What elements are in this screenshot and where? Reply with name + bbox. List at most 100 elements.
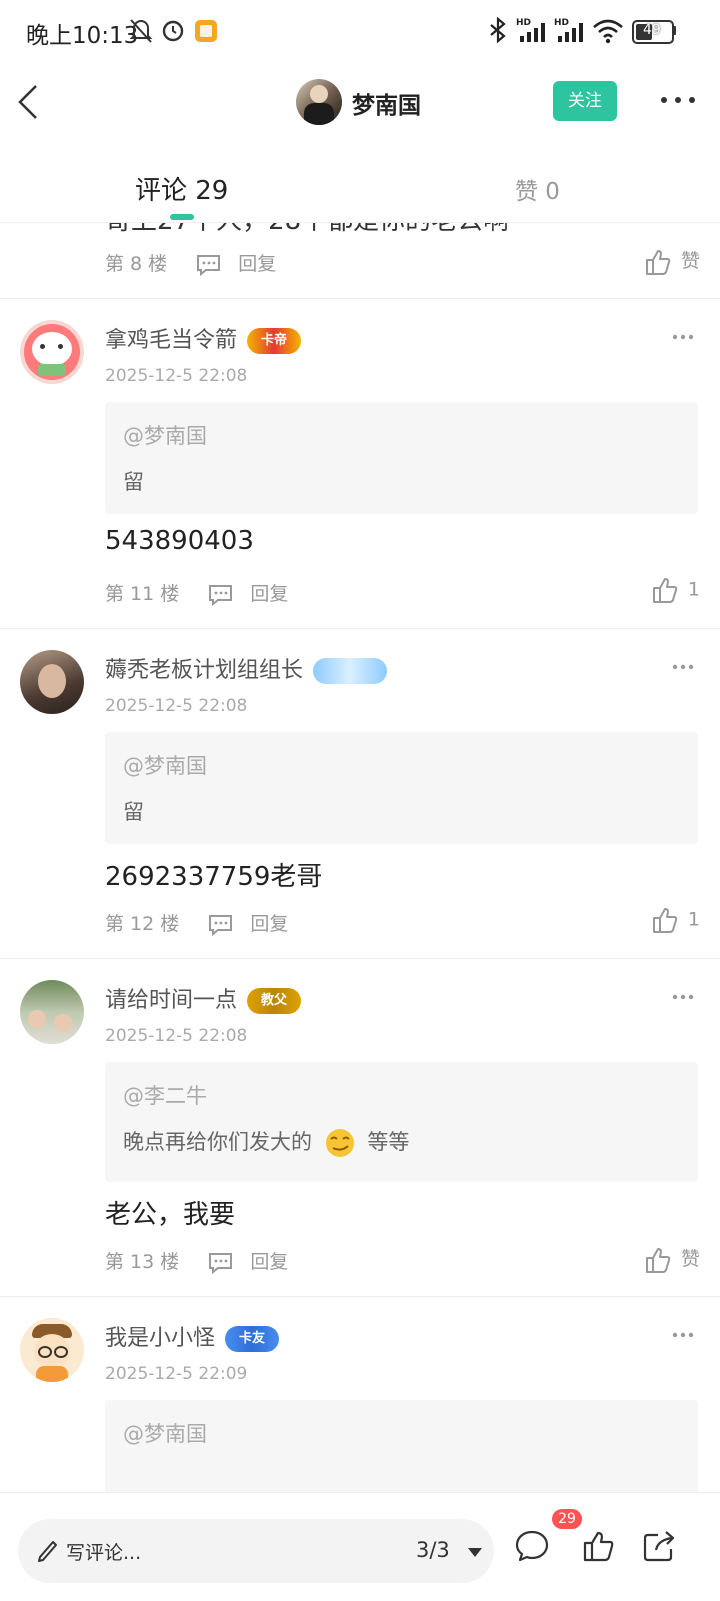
quoted-comment[interactable]: @梦南国 留 <box>105 402 698 514</box>
like-button[interactable]: 1 <box>652 576 700 604</box>
quote-text: 留 <box>123 800 144 824</box>
pen-icon <box>38 1541 57 1562</box>
quote-mention[interactable]: @梦南国 <box>123 1418 207 1448</box>
tab-bar: 评论 29 赞 0 <box>0 140 720 223</box>
avatar[interactable] <box>20 980 84 1044</box>
comment-username[interactable]: 我是小小怪 卡友 <box>105 1320 280 1352</box>
wifi-icon <box>593 19 623 44</box>
floor-label: 第 13 楼 <box>105 1251 180 1273</box>
bottom-bar: 写评论... 3/3 29 <box>0 1492 720 1601</box>
username-text[interactable]: 薅秃老板计划组组长 <box>105 658 303 683</box>
smirk-emoji-icon <box>325 1129 354 1157</box>
divider <box>0 628 720 629</box>
comment-count-badge: 29 <box>552 1509 582 1529</box>
quoted-comment[interactable]: @梦南国 留 <box>105 732 698 844</box>
divider <box>0 298 720 299</box>
avatar[interactable] <box>20 320 84 384</box>
quote-text-part: 晚点再给你们发大的 <box>123 1130 312 1154</box>
comment-time: 2025-12-5 22:09 <box>105 1364 248 1384</box>
reply-button[interactable]: 回复 <box>238 253 276 275</box>
author-avatar[interactable] <box>296 79 342 125</box>
divider <box>0 1296 720 1297</box>
comment-list[interactable]: 哥上27个人，28个都是你的老公啊 第 8 楼 回复 赞 拿鸡毛当令箭卡帝 20… <box>0 222 720 1492</box>
comment-username[interactable]: 薅秃老板计划组组长 <box>105 652 388 684</box>
notification-app-icon <box>195 20 217 42</box>
comment-icon[interactable] <box>514 1529 550 1563</box>
dropdown-caret-icon[interactable] <box>468 1548 482 1557</box>
thumbs-up-icon[interactable] <box>582 1529 616 1563</box>
username-text[interactable]: 我是小小怪 <box>105 1326 215 1351</box>
more-icon[interactable] <box>660 94 696 106</box>
battery-level: 49 <box>643 22 661 38</box>
like-label: 赞 <box>680 250 700 272</box>
comment-text: 哥上27个人，28个都是你的老公啊 <box>105 222 509 237</box>
comment-placeholder[interactable]: 写评论... <box>66 1538 141 1565</box>
svg-text:HD: HD <box>516 18 531 28</box>
avatar[interactable] <box>20 650 84 714</box>
comment-username[interactable]: 拿鸡毛当令箭 卡帝 <box>105 322 302 354</box>
comment-input[interactable]: 写评论... 3/3 <box>18 1519 494 1583</box>
reply-button[interactable]: 回复 <box>250 583 288 605</box>
comment-time: 2025-12-5 22:08 <box>105 366 248 386</box>
username-text[interactable]: 请给时间一点 <box>105 988 237 1013</box>
user-badge: 卡友 <box>225 1326 280 1352</box>
comment-username[interactable]: 请给时间一点 教父 <box>105 982 302 1014</box>
author-name[interactable]: 梦南国 <box>352 86 421 120</box>
share-icon[interactable] <box>642 1529 678 1563</box>
status-time: 晚上10:13 <box>26 23 139 49</box>
quote-text: 晚点再给你们发大的 等等 <box>123 1126 409 1158</box>
like-count: 1 <box>687 908 700 931</box>
reply-button[interactable]: 回复 <box>250 1251 288 1273</box>
tab-likes[interactable]: 赞 0 <box>515 172 560 206</box>
reply-icon[interactable] <box>207 584 234 606</box>
quote-mention[interactable]: @梦南国 <box>123 420 207 450</box>
signal-hd-icon: HD <box>516 18 545 42</box>
like-button[interactable]: 赞 <box>645 1244 700 1274</box>
tab-indicator <box>170 214 194 220</box>
tab-comments[interactable]: 评论 29 <box>135 170 228 207</box>
reply-icon[interactable] <box>195 254 222 276</box>
quote-mention[interactable]: @李二牛 <box>123 1080 207 1110</box>
like-label: 赞 <box>680 1248 700 1270</box>
thumbs-up-icon <box>652 578 678 603</box>
quote-text-part: 等等 <box>367 1130 410 1154</box>
back-icon[interactable] <box>14 82 50 122</box>
reply-icon[interactable] <box>207 1252 234 1274</box>
comment-more-icon[interactable] <box>672 664 694 670</box>
comment-time: 2025-12-5 22:08 <box>105 1026 248 1046</box>
comment-more-icon[interactable] <box>672 334 694 340</box>
quoted-comment[interactable]: @李二牛 晚点再给你们发大的 等等 <box>105 1062 698 1182</box>
comment-meta: 第 11 楼 回复 <box>105 579 288 606</box>
floor-label: 第 8 楼 <box>105 253 168 275</box>
reply-icon[interactable] <box>207 914 234 936</box>
comment-text: 老公，我要 <box>105 1200 236 1230</box>
bluetooth-icon <box>490 16 506 44</box>
follow-button[interactable]: 关注 <box>553 81 617 121</box>
comment-more-icon[interactable] <box>672 994 694 1000</box>
floor-label: 第 11 楼 <box>105 583 180 605</box>
like-button[interactable]: 1 <box>652 906 700 934</box>
mute-bell-icon <box>129 19 153 43</box>
comment-text: 543890403 <box>105 526 254 556</box>
comment-meta: 第 12 楼 回复 <box>105 909 288 936</box>
thumbs-up-icon <box>652 908 678 933</box>
comment-meta: 第 13 楼 回复 <box>105 1247 288 1274</box>
reply-button[interactable]: 回复 <box>250 913 288 935</box>
floor-label: 第 12 楼 <box>105 913 180 935</box>
like-button[interactable]: 赞 <box>645 246 700 276</box>
comment-meta: 第 8 楼 回复 <box>105 249 276 276</box>
avatar[interactable] <box>20 1318 84 1382</box>
thumbs-up-icon <box>645 249 671 275</box>
quote-mention[interactable]: @梦南国 <box>123 750 207 780</box>
user-badge: 卡帝 <box>247 328 302 354</box>
status-bar: 晚上10:13 HD HD 49 <box>0 0 720 64</box>
battery-icon: 49 <box>632 20 674 44</box>
like-count: 1 <box>687 578 700 601</box>
divider <box>0 958 720 959</box>
quoted-comment[interactable]: @梦南国 <box>105 1400 698 1492</box>
comment-more-icon[interactable] <box>672 1332 694 1338</box>
page-indicator[interactable]: 3/3 <box>416 1538 450 1562</box>
page-header: 梦南国 关注 <box>0 64 720 140</box>
username-text[interactable]: 拿鸡毛当令箭 <box>105 328 237 353</box>
comment-time: 2025-12-5 22:08 <box>105 696 248 716</box>
